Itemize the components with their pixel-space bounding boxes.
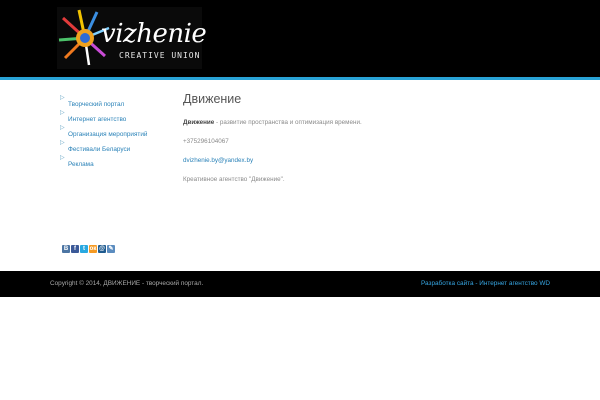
- sidebar-menu: ▷ Творческий портал ▷ Интернет агентство…: [60, 93, 175, 168]
- sidebar-item-creative-portal: ▷ Творческий портал: [60, 93, 175, 108]
- sidebar-item-internet-agency: ▷ Интернет агентство: [60, 108, 175, 123]
- share-buttons: Bf t ок @ ✎: [62, 245, 116, 254]
- sidebar-link-advertising[interactable]: Реклама: [68, 161, 94, 168]
- site-logo[interactable]: vizhenie CREATIVE UNION: [57, 7, 207, 69]
- sidebar-link-belarus-festivals[interactable]: Фестивали Беларуси: [68, 146, 130, 153]
- logo-wordmark: vizhenie: [101, 19, 207, 49]
- email-link[interactable]: dvizhenie.by@yandex.by: [183, 156, 573, 165]
- sidebar-item-advertising: ▷ Реклама: [60, 153, 175, 168]
- lead-paragraph: Движение - развитие пространства и оптим…: [183, 118, 573, 127]
- site-footer: Copyright © 2014, ДВИЖЕНИЕ - творческий …: [0, 271, 600, 297]
- twitter-icon[interactable]: t: [80, 245, 88, 253]
- facebook-icon[interactable]: f: [71, 245, 79, 253]
- arrow-right-icon: ▷: [60, 110, 65, 116]
- page-title: Движение: [183, 92, 242, 106]
- agency-note: Креативное агентство "Движение".: [183, 176, 285, 183]
- site-header: vizhenie CREATIVE UNION: [0, 0, 600, 77]
- logo-subtitle: CREATIVE UNION: [119, 51, 201, 60]
- mailru-icon[interactable]: @: [98, 245, 106, 253]
- arrow-right-icon: ▷: [60, 140, 65, 146]
- sidebar-item-event-organization: ▷ Организация мероприятий: [60, 123, 175, 138]
- vk-icon[interactable]: B: [62, 245, 70, 253]
- lead-bold: Движение: [183, 119, 215, 126]
- lead-text: - развитие пространства и оптимизация вр…: [214, 119, 362, 126]
- copyright-text: Copyright © 2014, ДВИЖЕНИЕ - творческий …: [50, 280, 204, 287]
- header-accent-line: [0, 77, 600, 80]
- sidebar-link-event-organization[interactable]: Организация мероприятий: [68, 131, 148, 138]
- arrow-right-icon: ▷: [60, 125, 65, 131]
- phone-number: +375296104067: [183, 138, 229, 145]
- arrow-right-icon: ▷: [60, 95, 65, 101]
- livejournal-icon[interactable]: ✎: [107, 245, 115, 253]
- odnoklassniki-icon[interactable]: ок: [89, 245, 97, 253]
- arrow-right-icon: ▷: [60, 155, 65, 161]
- sidebar-link-creative-portal[interactable]: Творческий портал: [68, 101, 124, 108]
- main-content: Движение Движение - развитие пространств…: [183, 90, 573, 184]
- sidebar-item-belarus-festivals: ▷ Фестивали Беларуси: [60, 138, 175, 153]
- sidebar-link-internet-agency[interactable]: Интернет агентство: [68, 116, 126, 123]
- developer-link[interactable]: Разработка сайта - Интернет агентство WD: [421, 271, 550, 297]
